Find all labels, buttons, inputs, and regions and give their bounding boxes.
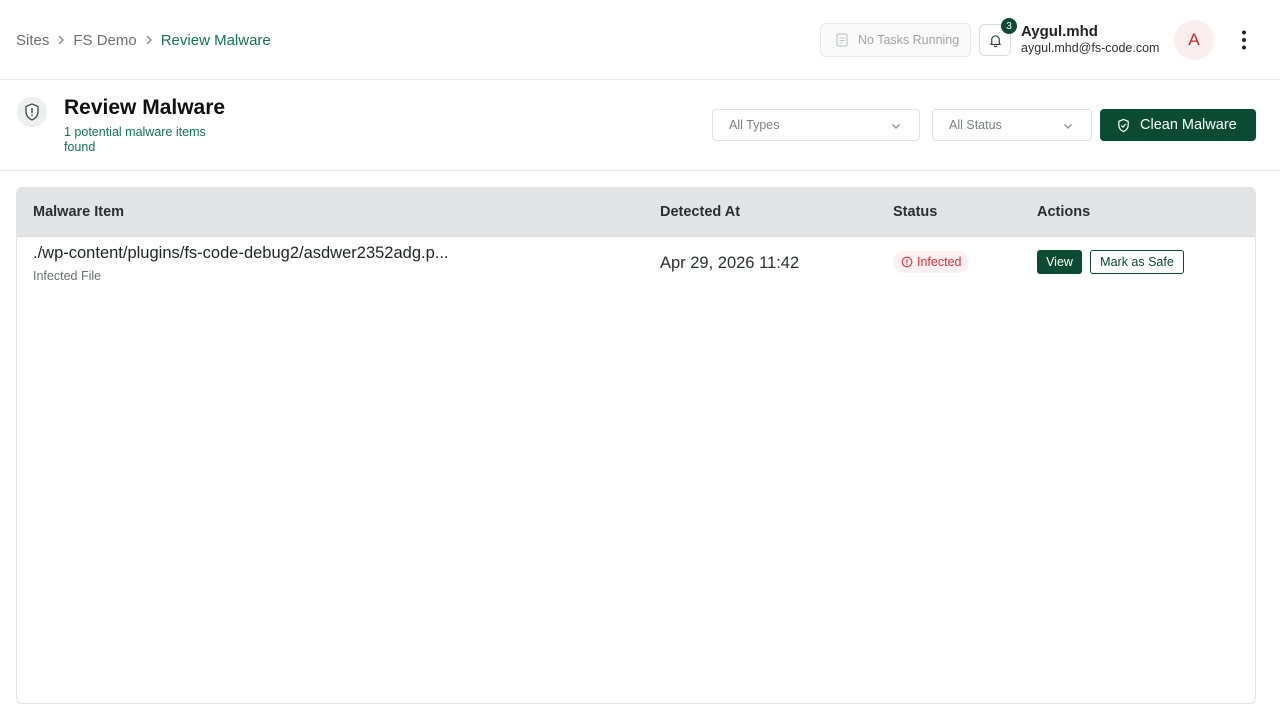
page-subtitle: 1 potential malware items found (64, 125, 206, 154)
tasks-status-label: No Tasks Running (858, 33, 960, 47)
table-header: Malware Item Detected At Status Actions (17, 188, 1255, 237)
page-title: Review Malware (64, 96, 226, 119)
breadcrumb-sites[interactable]: Sites (16, 32, 49, 49)
malware-table: Malware Item Detected At Status Actions … (16, 187, 1256, 704)
mark-as-safe-button[interactable]: Mark as Safe (1090, 250, 1184, 274)
breadcrumb-fs-demo[interactable]: FS Demo (73, 32, 136, 49)
shield-alert-icon (17, 97, 47, 127)
table-row: ./wp-content/plugins/fs-code-debug2/asdw… (17, 237, 1255, 289)
clean-malware-label: Clean Malware (1140, 117, 1237, 133)
tasks-status-button[interactable]: No Tasks Running (820, 23, 971, 57)
breadcrumb-review-malware: Review Malware (160, 31, 271, 49)
view-button[interactable]: View (1037, 250, 1082, 274)
chevron-right-icon (49, 34, 73, 46)
breadcrumb: Sites FS Demo Review Malware (16, 30, 271, 50)
alert-circle-icon (901, 256, 913, 268)
status-filter-select[interactable]: All Status (932, 109, 1092, 141)
malware-file-type: Infected File (33, 269, 102, 283)
status-label: Infected (917, 255, 962, 269)
clean-malware-button[interactable]: Clean Malware (1100, 109, 1256, 141)
task-list-icon (834, 32, 850, 48)
type-filter-select[interactable]: All Types (712, 109, 920, 141)
avatar[interactable]: A (1174, 20, 1214, 60)
user-email: aygul.mhd@fs-code.com (1021, 41, 1160, 55)
type-filter-value: All Types (729, 118, 780, 132)
column-header-detected-at: Detected At (660, 204, 741, 220)
notification-count-badge: 3 (1001, 18, 1017, 34)
column-header-malware-item: Malware Item (33, 204, 125, 220)
top-bar: Sites FS Demo Review Malware No Tasks Ru… (0, 0, 1280, 80)
chevron-right-icon (137, 34, 161, 46)
bell-icon (989, 34, 1001, 47)
more-vertical-icon (1242, 30, 1246, 50)
user-name: Aygul.mhd (1021, 23, 1098, 40)
column-header-actions: Actions (1037, 204, 1091, 220)
shield-check-icon (1118, 118, 1129, 132)
page-header: Review Malware 1 potential malware items… (0, 80, 1280, 171)
chevron-down-icon (1064, 124, 1072, 129)
status-badge: Infected (893, 251, 970, 273)
malware-file-path: ./wp-content/plugins/fs-code-debug2/asdw… (33, 244, 449, 262)
detected-at: Apr 29, 2026 11:42 (660, 254, 800, 272)
more-options-button[interactable] (1232, 28, 1256, 52)
column-header-status: Status (893, 204, 938, 220)
status-filter-value: All Status (949, 118, 1002, 132)
chevron-down-icon (892, 124, 900, 129)
